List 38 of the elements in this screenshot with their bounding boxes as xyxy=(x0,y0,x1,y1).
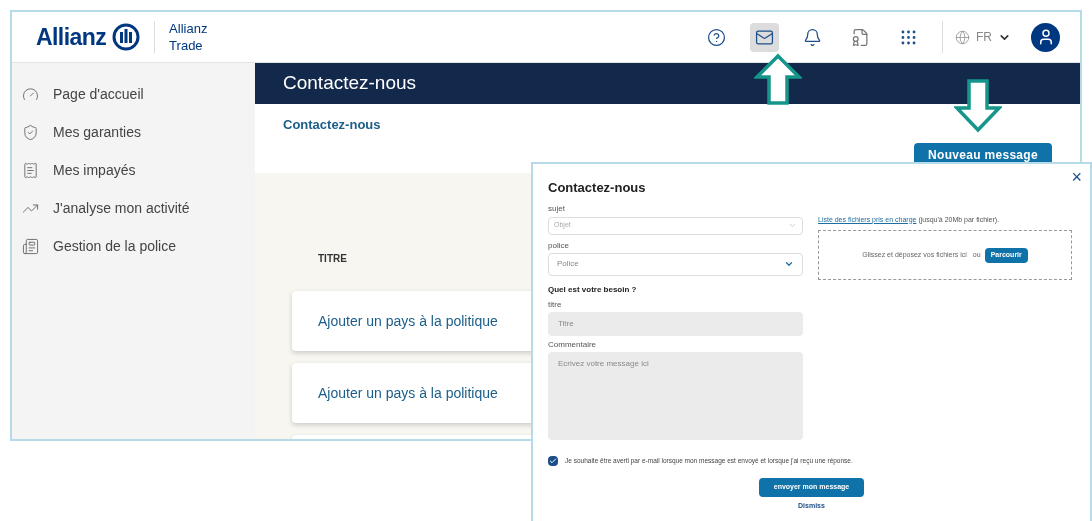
receipt-icon xyxy=(22,161,39,179)
sidebar-item[interactable]: Mes garanties xyxy=(12,122,255,142)
column-header: TITRE xyxy=(318,253,347,264)
logo-wordmark: Allianz xyxy=(36,22,107,52)
dialog-title: Contactez-nous xyxy=(548,179,647,197)
help-icon xyxy=(707,27,726,47)
chevron-icon xyxy=(784,259,794,269)
mail-button[interactable] xyxy=(750,22,779,52)
bell-icon xyxy=(803,27,822,47)
brand-name: Allianz xyxy=(169,20,208,37)
sidebar-item[interactable]: Page d'accueil xyxy=(12,84,255,104)
down-arrow xyxy=(954,78,1002,133)
shield-icon xyxy=(22,123,39,141)
field-label: sujet xyxy=(548,202,566,215)
document-icon xyxy=(851,27,870,47)
chevron-icon xyxy=(788,221,797,230)
check-icon xyxy=(549,456,557,465)
field-label: titre xyxy=(548,298,563,311)
globe-icon xyxy=(955,29,970,45)
sidebar-item[interactable]: Mes impayés xyxy=(12,160,255,180)
gauge-icon xyxy=(22,85,39,103)
close-button[interactable]: × xyxy=(1071,168,1082,186)
comment-field[interactable]: Ecrivez votre message ici xyxy=(548,351,803,440)
field-label: police xyxy=(548,239,570,252)
language-selector[interactable]: FR xyxy=(955,28,1011,46)
logo-icon xyxy=(112,23,141,51)
policy-select[interactable]: Police xyxy=(548,252,803,276)
sidebar-item[interactable]: Gestion de la police xyxy=(12,236,255,256)
brand-name: Trade xyxy=(169,37,204,54)
title-field[interactable]: Titre xyxy=(548,311,803,336)
page-banner: Contactez-nous xyxy=(255,63,1080,104)
breadcrumb-link[interactable]: Contactez-nous xyxy=(283,115,381,135)
sidebar-item[interactable]: J'analyse mon activité xyxy=(12,198,255,218)
notify-checkbox[interactable] xyxy=(548,455,558,466)
avatar-button[interactable] xyxy=(1031,22,1060,52)
field-label: Commentaire xyxy=(548,338,597,351)
up-arrow xyxy=(754,53,802,108)
form-icon xyxy=(22,237,39,255)
